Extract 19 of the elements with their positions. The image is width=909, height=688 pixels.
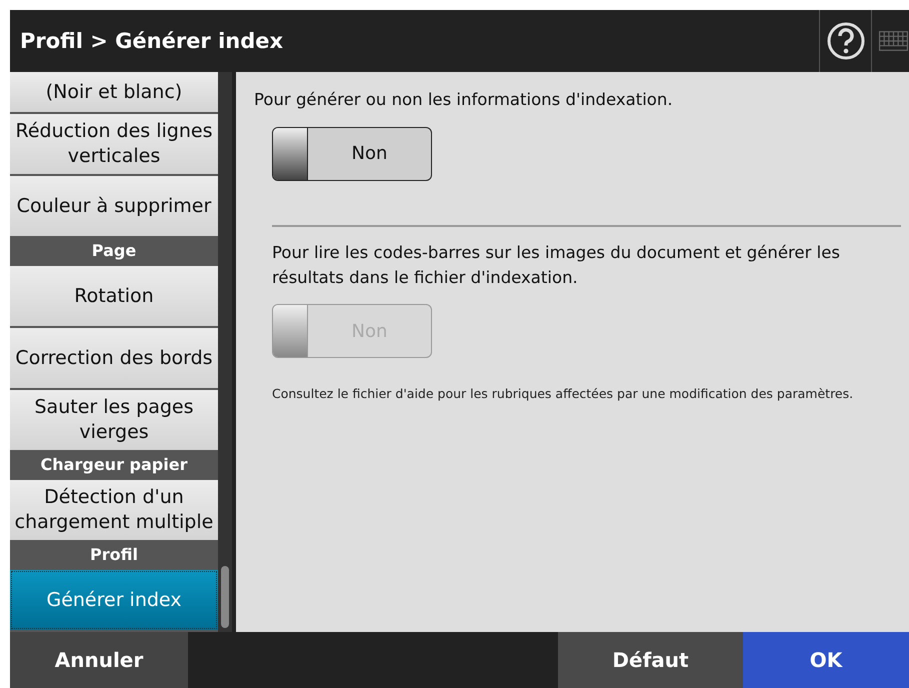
ok-button[interactable]: OK xyxy=(743,632,909,688)
setting-description: Pour lire les codes-barres sur les images du document et générer les résultats dans le fichier d'indexation. xyxy=(272,242,841,288)
scroll-thumb[interactable] xyxy=(221,566,229,628)
window-title: Profil > Générer index xyxy=(19,29,284,53)
sidebar-item[interactable]: Couleur à supprimer xyxy=(10,176,218,236)
setting-description: Pour générer ou non les informations d'indexation. xyxy=(254,89,674,111)
sidebar-item[interactable]: Rotation xyxy=(10,266,218,326)
help-note: Consultez le fichier d'aide pour les rubriques affectées par une modification des paramètres. xyxy=(272,386,854,402)
scrollbar[interactable] xyxy=(218,72,232,632)
sidebar-item[interactable]: Sauter les pages vierges xyxy=(10,390,218,450)
help-icon xyxy=(826,21,866,61)
cancel-button[interactable]: Annuler xyxy=(10,632,188,688)
sidebar-item[interactable]: Générer index xyxy=(10,570,218,630)
sidebar-item[interactable]: Correction des bords xyxy=(10,328,218,388)
sidebar-item[interactable]: (Noir et blanc) xyxy=(10,72,218,112)
sidebar-item[interactable]: Détection d'un chargement multiple xyxy=(10,480,218,540)
toggle-switch[interactable]: Non xyxy=(272,126,432,181)
sidebar-item[interactable]: Réduction des lignes verticales xyxy=(10,114,218,174)
default-button[interactable]: Défaut xyxy=(558,632,743,688)
